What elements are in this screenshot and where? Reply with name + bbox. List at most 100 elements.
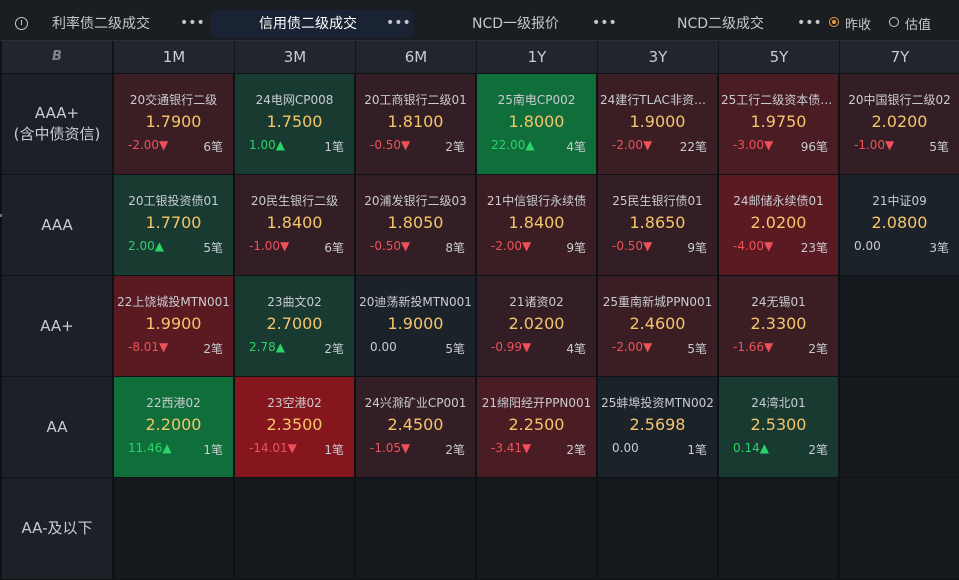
bond-yield: 2.3500: [266, 415, 323, 434]
empty-cell: [840, 276, 959, 376]
bond-cell[interactable]: 20迪荡新投MTN001 1.9000 0.00 5笔: [356, 276, 475, 376]
bond-yield: 2.7000: [266, 314, 323, 333]
column-header-1m[interactable]: 1M: [114, 41, 235, 73]
bond-cell[interactable]: 20工银投资债01 1.7700 2.00▲ 5笔: [114, 175, 233, 275]
yield-change: -3.41▼: [491, 441, 532, 455]
yield-change: -4.00▼: [733, 239, 774, 253]
yield-change: -1.66▼: [733, 340, 774, 354]
bond-yield: 1.9000: [387, 314, 444, 333]
radio-label: 估值: [905, 18, 932, 33]
bond-yield: 2.0200: [750, 213, 807, 232]
trade-count: 6笔: [203, 140, 223, 154]
yield-change: -0.50▼: [370, 239, 411, 253]
bond-cell[interactable]: 23空港02 2.3500 -14.01▼ 1笔: [235, 377, 354, 477]
trade-count: 2笔: [808, 342, 828, 356]
bond-name: 24电网CP008: [255, 93, 334, 107]
bond-name: 24邮储永续债01: [733, 194, 824, 208]
bond-cell[interactable]: 24建行TLAC非资本… 1.9000 -2.00▼ 22笔: [598, 74, 717, 174]
trade-count: 4笔: [566, 342, 586, 356]
bond-cell[interactable]: 24兴滁矿业CP001 2.4500 -1.05▼ 2笔: [356, 377, 475, 477]
trade-count: 8笔: [445, 241, 465, 255]
trade-count: 9笔: [566, 241, 586, 255]
tab-rate-bond-secondary[interactable]: 利率债二级成交 •••: [40, 10, 205, 38]
row-label: AA: [2, 377, 112, 478]
yield-change: -1.05▼: [370, 441, 411, 455]
rating-label: AAA: [41, 215, 73, 234]
bond-name: 25工行二级资本债0…: [721, 93, 838, 107]
tab-ncd-secondary[interactable]: NCD二级成交 •••: [665, 10, 822, 38]
tab-ncd-primary-quote[interactable]: NCD一级报价 •••: [460, 10, 617, 38]
radio-valuation[interactable]: 估值: [889, 16, 939, 33]
bond-name: 25蚌埠投资MTN002: [601, 396, 714, 410]
bond-name: 21绵阳经开PPN001: [481, 396, 592, 410]
more-icon[interactable]: •••: [797, 9, 822, 37]
bond-cell[interactable]: 20工商银行二级01 1.8100 -0.50▼ 2笔: [356, 74, 475, 174]
bond-cell[interactable]: 21绵阳经开PPN001 2.2500 -3.41▼ 2笔: [477, 377, 596, 477]
yield-change: 2.78▲: [249, 340, 285, 354]
trade-count: 2笔: [324, 342, 344, 356]
bond-cell[interactable]: 21中信银行永续债 1.8400 -2.00▼ 9笔: [477, 175, 596, 275]
bond-name: 20民生银行二级: [250, 194, 339, 208]
empty-cell: [840, 377, 959, 477]
bond-yield: 1.7500: [266, 112, 323, 131]
yield-change: -0.50▼: [612, 239, 653, 253]
bond-yield: 2.5698: [629, 415, 686, 434]
radio-prev-close[interactable]: 昨收: [829, 16, 879, 33]
more-icon[interactable]: •••: [592, 9, 617, 37]
trade-count: 1笔: [324, 443, 344, 457]
row-label: AAA: [2, 175, 112, 276]
bond-cell[interactable]: 20民生银行二级 1.8400 -1.00▼ 6笔: [235, 175, 354, 275]
bond-yield: 1.9900: [145, 314, 202, 333]
bond-cell[interactable]: 20交通银行二级 1.7900 -2.00▼ 6笔: [114, 74, 233, 174]
trade-count: 23笔: [800, 241, 828, 255]
empty-cell: [477, 478, 596, 579]
bond-yield: 1.8100: [387, 112, 444, 131]
column-header-1y[interactable]: 1Y: [477, 41, 598, 73]
column-header-3y[interactable]: 3Y: [598, 41, 719, 73]
column-header-3m[interactable]: 3M: [235, 41, 356, 73]
trade-count: 5笔: [687, 342, 707, 356]
trade-count: 2笔: [445, 140, 465, 154]
bond-cell[interactable]: 23曲文02 2.7000 2.78▲ 2笔: [235, 276, 354, 376]
rating-label: AA+: [40, 316, 74, 335]
trade-count: 4笔: [566, 140, 586, 154]
column-header-7y[interactable]: 7Y: [840, 41, 959, 73]
empty-cell: [356, 478, 475, 579]
bond-cell[interactable]: 22西港02 2.2000 11.46▲ 1笔: [114, 377, 233, 477]
bond-name: 20迪荡新投MTN001: [359, 295, 472, 309]
bond-cell[interactable]: 20浦发银行二级03 1.8050 -0.50▼ 8笔: [356, 175, 475, 275]
bond-cell[interactable]: 24无锡01 2.3300 -1.66▼ 2笔: [719, 276, 838, 376]
tab-credit-bond-secondary[interactable]: 信用债二级成交 •••: [211, 10, 413, 38]
bond-cell[interactable]: 24湾北01 2.5300 0.14▲ 2笔: [719, 377, 838, 477]
more-icon[interactable]: •••: [386, 9, 411, 37]
bond-yield: 2.0200: [508, 314, 565, 333]
column-header-6m[interactable]: 6M: [356, 41, 477, 73]
bond-cell[interactable]: 21中证09 2.0800 0.00 3笔: [840, 175, 959, 275]
yield-change: -1.00▼: [854, 138, 895, 152]
bond-cell[interactable]: 24邮储永续债01 2.0200 -4.00▼ 23笔: [719, 175, 838, 275]
empty-cell: [840, 478, 959, 579]
bond-cell[interactable]: 25重南新城PPN001 2.4600 -2.00▼ 5笔: [598, 276, 717, 376]
bond-yield: 1.8000: [508, 112, 565, 131]
yield-change: -2.00▼: [612, 340, 653, 354]
info-icon[interactable]: [15, 17, 28, 30]
bond-cell[interactable]: 25工行二级资本债0… 1.9750 -3.00▼ 96笔: [719, 74, 838, 174]
bond-cell[interactable]: 24电网CP008 1.7500 1.00▲ 1笔: [235, 74, 354, 174]
bond-cell[interactable]: 20中国银行二级02 2.0200 -1.00▼ 5笔: [840, 74, 959, 174]
bond-cell[interactable]: 22上饶城投MTN001 1.9900 -8.01▼ 2笔: [114, 276, 233, 376]
empty-cell: [235, 478, 354, 579]
bond-cell[interactable]: 25蚌埠投资MTN002 2.5698 0.00 1笔: [598, 377, 717, 477]
trade-count: 2笔: [566, 443, 586, 457]
bond-yield: 2.3300: [750, 314, 807, 333]
column-header-5y[interactable]: 5Y: [719, 41, 840, 73]
row-label: AA-及以下: [2, 478, 112, 580]
bond-yield: 2.4500: [387, 415, 444, 434]
bond-cell[interactable]: 25民生银行债01 1.8650 -0.50▼ 9笔: [598, 175, 717, 275]
bond-name: 22上饶城投MTN001: [117, 295, 230, 309]
bond-cell[interactable]: 25南电CP002 1.8000 22.00▲ 4笔: [477, 74, 596, 174]
bond-name: 21诸资02: [509, 295, 564, 309]
bond-cell[interactable]: 21诸资02 2.0200 -0.99▼ 4笔: [477, 276, 596, 376]
bond-name: 25南电CP002: [497, 93, 576, 107]
more-icon[interactable]: •••: [180, 9, 205, 37]
bond-yield: 1.8400: [508, 213, 565, 232]
